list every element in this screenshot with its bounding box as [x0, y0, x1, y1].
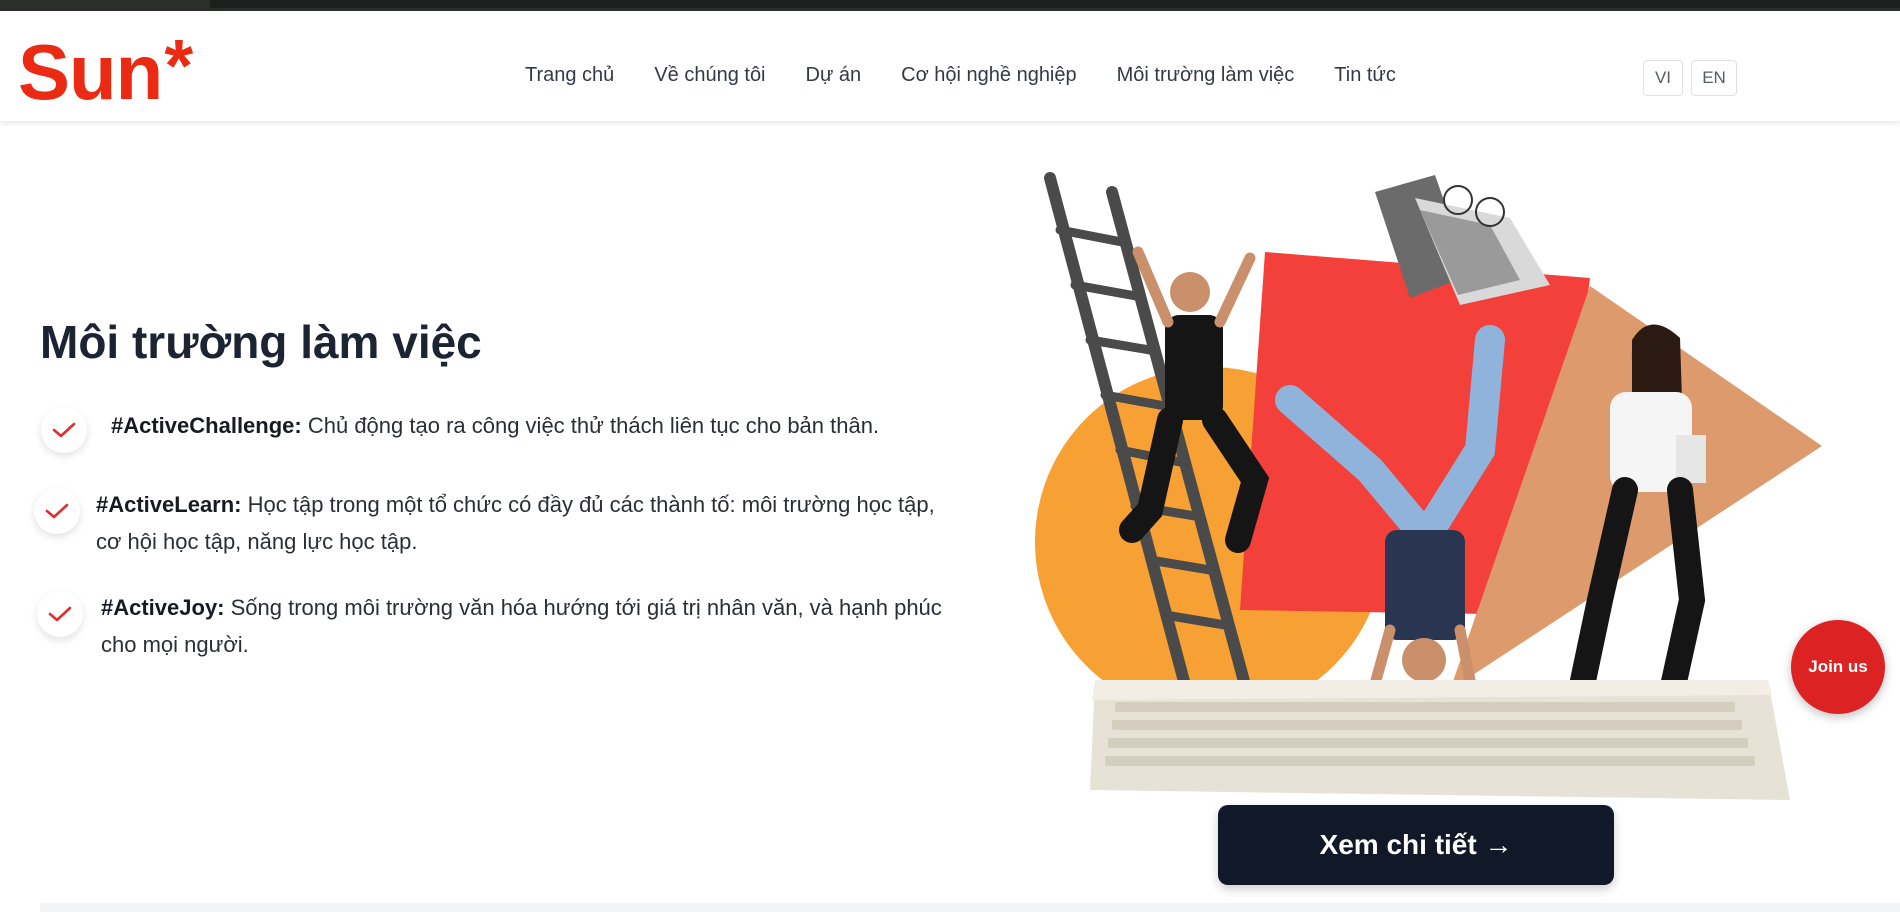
check-icon	[45, 503, 69, 519]
main-nav: Trang chủ Về chúng tôi Dự án Cơ hội nghề…	[525, 55, 1396, 95]
language-vi-button[interactable]: VI	[1643, 60, 1683, 96]
nav-item-workplace[interactable]: Môi trường làm việc	[1117, 55, 1295, 95]
browser-top-strip	[0, 0, 1900, 11]
feature-item-active-joy: #ActiveJoy: Sống trong môi trường văn hó…	[37, 591, 971, 663]
logo-text: Sun	[18, 28, 163, 116]
feature-tag: #ActiveLearn:	[96, 492, 242, 517]
section-divider	[40, 903, 1900, 912]
view-details-button[interactable]: Xem chi tiết →	[1218, 805, 1614, 885]
browser-top-strip-inner	[210, 0, 1900, 8]
feature-text: #ActiveLearn: Học tập trong một tổ chức …	[96, 486, 966, 560]
sun-logo[interactable]: Sun*	[18, 27, 193, 113]
nav-item-about[interactable]: Về chúng tôi	[654, 55, 765, 95]
feature-text: #ActiveJoy: Sống trong môi trường văn hó…	[101, 589, 971, 663]
check-icon	[48, 606, 72, 622]
feature-item-active-learn: #ActiveLearn: Học tập trong một tổ chức …	[34, 488, 966, 560]
feature-tag: #ActiveJoy:	[101, 595, 225, 620]
language-en-button[interactable]: EN	[1691, 60, 1737, 96]
join-us-button[interactable]: Join us	[1791, 620, 1885, 714]
feature-description: Chủ động tạo ra công việc thử thách liên…	[301, 413, 880, 438]
workplace-illustration	[1020, 170, 1830, 805]
nav-item-projects[interactable]: Dự án	[806, 55, 862, 95]
section-title: Môi trường làm việc	[40, 316, 482, 368]
nav-item-home[interactable]: Trang chủ	[525, 55, 614, 95]
keyboard-icon	[1090, 680, 1790, 800]
feature-item-active-challenge: #ActiveChallenge: Chủ động tạo ra công v…	[41, 407, 931, 453]
check-icon	[52, 422, 76, 438]
logo-star-icon: *	[164, 24, 193, 107]
feature-tag: #ActiveChallenge:	[111, 413, 302, 438]
check-badge	[34, 488, 80, 534]
nav-item-news[interactable]: Tin tức	[1334, 55, 1396, 95]
workplace-collage-image	[1035, 172, 1822, 800]
site-header: Sun* Trang chủ Về chúng tôi Dự án Cơ hội…	[0, 11, 1900, 121]
feature-text: #ActiveChallenge: Chủ động tạo ra công v…	[111, 407, 931, 444]
feature-description: Sống trong môi trường văn hóa hướng tới …	[101, 595, 942, 657]
check-badge	[37, 591, 83, 637]
check-badge	[41, 407, 87, 453]
nav-item-careers[interactable]: Cơ hội nghề nghiệp	[901, 55, 1076, 95]
